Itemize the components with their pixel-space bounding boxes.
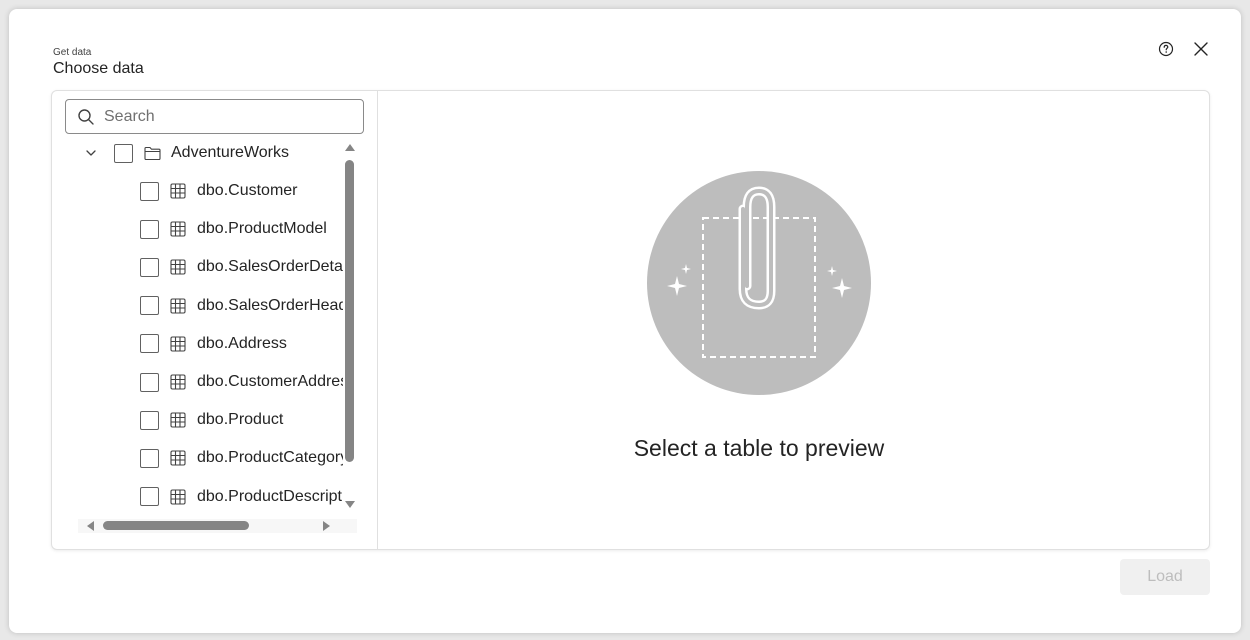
search-input[interactable] — [104, 107, 344, 126]
tree-item-label: dbo.CustomerAddress — [197, 373, 343, 390]
checkbox[interactable] — [140, 372, 159, 392]
table-grid-icon — [169, 373, 187, 391]
tree-item-table[interactable]: dbo.SalesOrderDetail — [140, 252, 343, 282]
horizontal-scrollbar[interactable] — [78, 519, 357, 533]
navigator-tree: AdventureWorks dbo.Customer dbo.ProductMo… — [52, 138, 343, 516]
tree-item-label: dbo.Address — [197, 334, 287, 352]
paperclip-illustration — [647, 171, 871, 395]
data-panel: AdventureWorks dbo.Customer dbo.ProductMo… — [51, 90, 1210, 550]
table-grid-icon — [169, 182, 187, 200]
tree-item-table[interactable]: dbo.Product — [140, 405, 283, 435]
vertical-scroll-thumb[interactable] — [345, 160, 354, 462]
checkbox[interactable] — [140, 410, 159, 430]
tree-item-label: dbo.Customer — [197, 182, 298, 199]
checkbox[interactable] — [140, 257, 159, 277]
close-icon — [1194, 42, 1208, 56]
dialog-subtitle: Get data — [53, 47, 92, 58]
checkbox[interactable] — [140, 296, 159, 316]
horizontal-scroll-thumb[interactable] — [103, 521, 249, 530]
load-button[interactable]: Load — [1120, 559, 1210, 595]
preview-pane: Select a table to preview — [379, 91, 1209, 549]
tree-item-label: dbo.Product — [197, 411, 284, 429]
tree-item-table[interactable]: dbo.ProductCategory — [140, 443, 343, 473]
tree-item-table[interactable]: dbo.ProductDescription — [140, 482, 343, 512]
scroll-up-arrow[interactable] — [345, 144, 355, 151]
tree-item-label: AdventureWorks — [171, 144, 289, 161]
dialog-title: Choose data — [53, 60, 144, 77]
navigator-pane: AdventureWorks dbo.Customer dbo.ProductMo… — [52, 91, 378, 549]
tree-item-label: dbo.SalesOrderHeader — [197, 296, 343, 314]
close-button[interactable] — [1189, 37, 1213, 61]
checkbox[interactable] — [140, 219, 159, 239]
get-data-dialog: Get data Choose data Search AdventureWor… — [9, 9, 1241, 633]
tree-item-label: dbo.ProductDescription — [197, 487, 343, 505]
tree-item-label: dbo.ProductCategory — [197, 449, 343, 467]
tree-item-label: dbo.SalesOrderDetail — [197, 258, 343, 276]
empty-preview-message: Select a table to preview — [633, 435, 885, 461]
tree-item-adventureworks[interactable]: AdventureWorks — [84, 138, 289, 168]
folder-icon — [143, 144, 161, 162]
table-grid-icon — [169, 411, 187, 429]
help-button[interactable] — [1154, 37, 1178, 61]
scroll-down-arrow[interactable] — [345, 501, 355, 508]
table-grid-icon — [169, 220, 187, 238]
table-grid-icon — [169, 488, 187, 506]
checkbox[interactable] — [140, 448, 159, 468]
table-grid-icon — [169, 297, 187, 315]
tree-item-table[interactable]: dbo.Address — [140, 329, 287, 359]
tree-item-table[interactable]: dbo.CustomerAddress — [140, 367, 343, 397]
table-grid-icon — [169, 449, 187, 467]
checkbox[interactable] — [140, 487, 159, 507]
tree-item-table[interactable]: dbo.ProductModel — [140, 214, 327, 244]
search-icon — [78, 108, 94, 125]
search-box[interactable] — [65, 99, 364, 134]
question-circle-icon — [1158, 41, 1174, 57]
chevron-down-icon[interactable] — [84, 146, 98, 160]
tree-item-label: dbo.ProductModel — [197, 220, 327, 238]
table-grid-icon — [169, 335, 187, 353]
tree-item-table[interactable]: dbo.SalesOrderHeader — [140, 291, 343, 321]
checkbox[interactable] — [114, 143, 133, 163]
checkbox[interactable] — [140, 181, 159, 201]
table-grid-icon — [169, 258, 187, 276]
scroll-left-arrow[interactable] — [87, 521, 94, 531]
scroll-right-arrow[interactable] — [323, 521, 330, 531]
checkbox[interactable] — [140, 334, 159, 354]
tree-item-table[interactable]: dbo.Customer — [140, 176, 298, 206]
vertical-scrollbar[interactable] — [343, 140, 357, 510]
